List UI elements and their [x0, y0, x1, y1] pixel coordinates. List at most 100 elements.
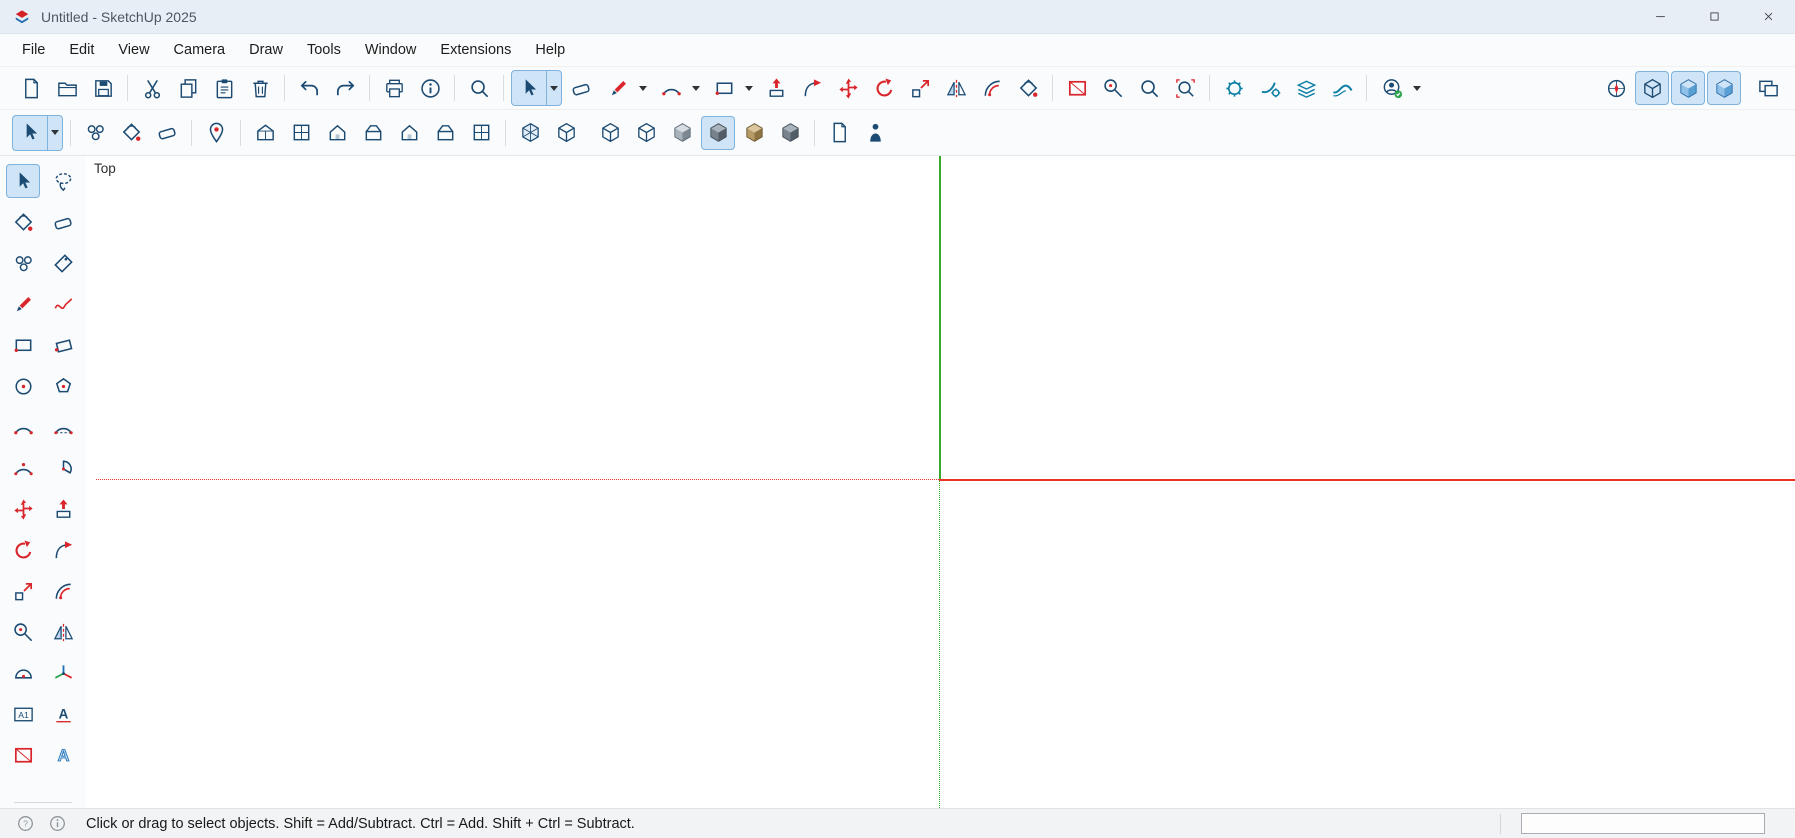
follow-me-button[interactable]: [795, 71, 829, 105]
close-button[interactable]: [1741, 0, 1795, 33]
protractor-button[interactable]: [6, 656, 40, 690]
move-button[interactable]: [831, 71, 865, 105]
account-button[interactable]: [1375, 71, 1409, 105]
paint-bucket-button[interactable]: [114, 116, 148, 150]
viewport[interactable]: Top: [86, 156, 1795, 808]
rectangle-button[interactable]: [6, 328, 40, 362]
view-front-button[interactable]: [320, 116, 354, 150]
circle-button[interactable]: [6, 369, 40, 403]
new-button[interactable]: [14, 71, 48, 105]
style-hidden-line-button[interactable]: [629, 116, 663, 150]
view-top-button[interactable]: [284, 116, 318, 150]
extension-tool-1-button[interactable]: [1217, 71, 1251, 105]
search-button[interactable]: [462, 71, 496, 105]
nav-cube-3-button[interactable]: [1707, 71, 1741, 105]
section-plane-button[interactable]: [6, 738, 40, 772]
select-button[interactable]: [512, 71, 546, 105]
undo-button[interactable]: [292, 71, 326, 105]
eraser-button[interactable]: [150, 116, 184, 150]
move-button[interactable]: [6, 492, 40, 526]
make-component-button[interactable]: [78, 116, 112, 150]
measurements-input[interactable]: [1521, 813, 1765, 834]
three-point-arc-button[interactable]: [6, 451, 40, 485]
arcs-dropdown[interactable]: [688, 71, 703, 105]
dimension-button[interactable]: [6, 697, 40, 731]
cut-button[interactable]: [135, 71, 169, 105]
nav-compass-button[interactable]: [1599, 71, 1633, 105]
delete-button[interactable]: [243, 71, 277, 105]
rotate-button[interactable]: [6, 533, 40, 567]
paste-button[interactable]: [207, 71, 241, 105]
menu-help[interactable]: Help: [523, 37, 577, 63]
3d-text-button[interactable]: [46, 738, 80, 772]
view-right-button[interactable]: [356, 116, 390, 150]
model-credits-button[interactable]: [44, 811, 70, 837]
zoom-extents-button[interactable]: [1168, 71, 1202, 105]
extension-tool-4-button[interactable]: [1325, 71, 1359, 105]
account-dropdown[interactable]: [1409, 71, 1424, 105]
view-iso-button[interactable]: [248, 116, 282, 150]
rotated-rectangle-button[interactable]: [46, 328, 80, 362]
push-pull-button[interactable]: [46, 492, 80, 526]
style-sketchy-button[interactable]: [773, 116, 807, 150]
menu-edit[interactable]: Edit: [57, 37, 106, 63]
shapes-button[interactable]: [707, 71, 741, 105]
copy-button[interactable]: [171, 71, 205, 105]
offset-button[interactable]: [46, 574, 80, 608]
menu-draw[interactable]: Draw: [237, 37, 295, 63]
style-wireframe-button[interactable]: [593, 116, 627, 150]
view-left-button[interactable]: [428, 116, 462, 150]
freehand-button[interactable]: [46, 287, 80, 321]
flip-button[interactable]: [46, 615, 80, 649]
scene-document-button[interactable]: [822, 116, 856, 150]
style-shaded-button[interactable]: [665, 116, 699, 150]
paint-bucket-button[interactable]: [1011, 71, 1045, 105]
add-location-button[interactable]: [199, 116, 233, 150]
paint-bucket-button[interactable]: [6, 205, 40, 239]
model-info-button[interactable]: [413, 71, 447, 105]
menu-file[interactable]: File: [10, 37, 57, 63]
open-button[interactable]: [50, 71, 84, 105]
offset-button[interactable]: [975, 71, 1009, 105]
eraser-button[interactable]: [564, 71, 598, 105]
polygon-button[interactable]: [46, 369, 80, 403]
redo-button[interactable]: [328, 71, 362, 105]
nav-cube-1-button[interactable]: [1635, 71, 1669, 105]
line-dropdown[interactable]: [635, 71, 650, 105]
follow-me-button[interactable]: [46, 533, 80, 567]
select-button[interactable]: [6, 164, 40, 198]
arc-button[interactable]: [6, 410, 40, 444]
section-plane-button[interactable]: [1060, 71, 1094, 105]
scale-button[interactable]: [903, 71, 937, 105]
line-button[interactable]: [601, 71, 635, 105]
style-xray-button[interactable]: [513, 116, 547, 150]
zoom-button[interactable]: [1132, 71, 1166, 105]
help-button[interactable]: [12, 811, 38, 837]
menu-window[interactable]: Window: [353, 37, 429, 63]
panels-toggle-button[interactable]: [1751, 71, 1785, 105]
menu-camera[interactable]: Camera: [162, 37, 238, 63]
minimize-button[interactable]: [1633, 0, 1687, 33]
extension-tool-2-button[interactable]: [1253, 71, 1287, 105]
menu-view[interactable]: View: [106, 37, 161, 63]
pie-button[interactable]: [46, 451, 80, 485]
lasso-button[interactable]: [46, 164, 80, 198]
tape-measure-button[interactable]: [1096, 71, 1130, 105]
save-button[interactable]: [86, 71, 120, 105]
two-point-arc-button[interactable]: [46, 410, 80, 444]
text-button[interactable]: [46, 697, 80, 731]
line-button[interactable]: [6, 287, 40, 321]
extension-tool-3-button[interactable]: [1289, 71, 1323, 105]
style-shaded-textures-button[interactable]: [701, 116, 735, 150]
menu-tools[interactable]: Tools: [295, 37, 353, 63]
view-back-button[interactable]: [392, 116, 426, 150]
make-component-button[interactable]: [6, 246, 40, 280]
select-tool-dropdown[interactable]: [47, 116, 62, 150]
view-bottom-button[interactable]: [464, 116, 498, 150]
tag-button[interactable]: [46, 246, 80, 280]
rotate-button[interactable]: [867, 71, 901, 105]
style-back-edges-button[interactable]: [549, 116, 583, 150]
select-dropdown[interactable]: [546, 71, 561, 105]
person-figure-button[interactable]: [858, 116, 892, 150]
arcs-button[interactable]: [654, 71, 688, 105]
